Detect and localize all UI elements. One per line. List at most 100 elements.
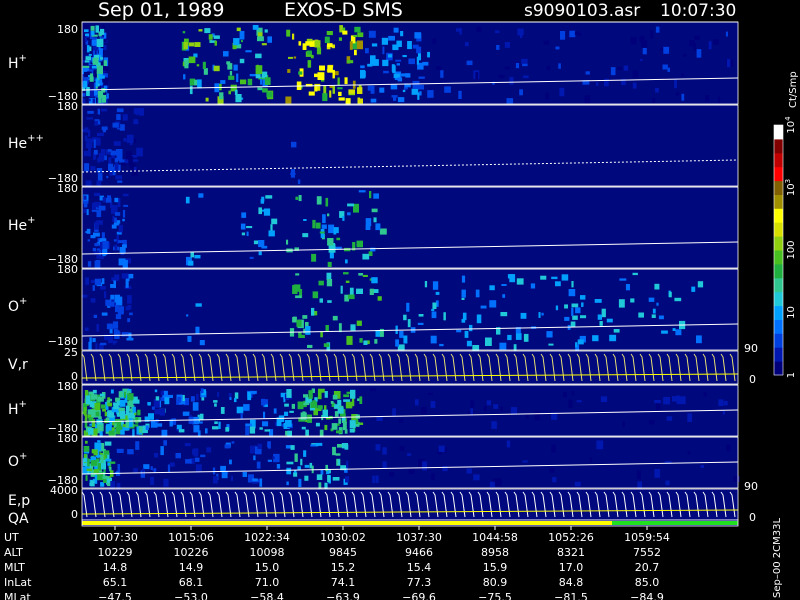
- count-cell: [365, 48, 369, 54]
- count-cell: [97, 173, 103, 182]
- colorbar-unit-label: Ct/Smp: [788, 71, 799, 108]
- count-cell: [99, 286, 106, 290]
- spectrogram-hepp: [81, 104, 739, 187]
- count-cell: [580, 295, 586, 300]
- count-cell: [648, 419, 655, 425]
- count-cell: [336, 430, 342, 434]
- count-cell: [200, 388, 204, 394]
- count-cell: [82, 65, 90, 68]
- count-cell: [294, 470, 297, 473]
- count-cell: [340, 413, 346, 417]
- count-cell: [100, 455, 104, 464]
- count-cell: [308, 390, 313, 399]
- count-cell: [229, 70, 233, 76]
- count-cell: [319, 231, 325, 234]
- count-cell: [630, 36, 637, 45]
- count-cell: [733, 475, 740, 482]
- count-cell: [92, 98, 95, 104]
- count-cell: [506, 98, 514, 104]
- count-cell: [167, 464, 171, 473]
- count-cell: [257, 87, 263, 91]
- count-cell: [630, 298, 635, 303]
- count-cell: [240, 79, 247, 85]
- count-cell: [302, 233, 309, 238]
- count-cell: [112, 215, 115, 222]
- count-cell: [126, 134, 134, 143]
- count-cell: [102, 476, 110, 479]
- count-cell: [286, 461, 294, 465]
- count-cell: [638, 312, 644, 318]
- count-cell: [708, 41, 712, 50]
- spectrogram-panels: [81, 21, 740, 527]
- count-cell: [160, 390, 164, 396]
- count-cell: [334, 404, 340, 409]
- count-cell: [500, 312, 508, 317]
- count-cell: [132, 406, 136, 413]
- count-cell: [322, 409, 328, 418]
- count-cell: [98, 416, 102, 419]
- count-cell: [93, 314, 98, 318]
- count-cell: [150, 466, 153, 470]
- count-cell: [89, 73, 94, 78]
- count-cell: [316, 474, 323, 480]
- count-cell: [123, 138, 127, 142]
- count-cell: [345, 259, 348, 264]
- count-cell: [96, 132, 104, 137]
- count-cell: [86, 45, 90, 53]
- orbit-cell: 10229: [98, 546, 133, 559]
- count-cell: [407, 453, 411, 456]
- count-cell: [667, 67, 670, 72]
- count-cell: [305, 326, 311, 335]
- count-cell: [185, 459, 192, 464]
- count-cell: [314, 86, 318, 92]
- count-cell: [97, 108, 100, 115]
- count-cell: [214, 40, 217, 46]
- count-cell: [113, 321, 119, 329]
- count-cell: [85, 33, 89, 36]
- count-cell: [336, 237, 341, 241]
- count-cell: [293, 56, 297, 59]
- count-cell: [435, 291, 440, 295]
- count-cell: [555, 305, 559, 311]
- count-cell: [469, 324, 473, 332]
- count-cell: [342, 216, 345, 221]
- orbit-cell: −47.5: [98, 591, 132, 600]
- count-cell: [154, 452, 159, 458]
- count-cell: [438, 445, 445, 452]
- count-cell: [114, 197, 119, 203]
- count-cell: [285, 445, 291, 449]
- count-cell: [349, 420, 356, 429]
- count-cell: [118, 391, 124, 398]
- count-cell: [329, 90, 332, 98]
- count-cell: [137, 409, 141, 416]
- spectrogram-op-background: [82, 269, 738, 350]
- count-cell: [100, 404, 106, 409]
- count-cell: [95, 25, 99, 33]
- count-cell: [325, 325, 329, 331]
- count-cell: [194, 42, 201, 47]
- colorbar-segment: [774, 152, 783, 168]
- count-cell: [188, 56, 196, 64]
- count-cell: [432, 302, 437, 309]
- count-cell: [85, 440, 88, 444]
- orbit-row-label: UT: [4, 531, 19, 544]
- colorbar-tick-label: 10: [786, 306, 797, 319]
- count-cell: [250, 390, 257, 394]
- count-cell: [381, 37, 388, 45]
- count-cell: [268, 230, 275, 237]
- count-cell: [654, 469, 661, 478]
- count-cell: [110, 481, 115, 490]
- count-cell: [120, 411, 126, 419]
- count-cell: [655, 88, 659, 93]
- orbit-cell: −84.9: [630, 591, 664, 600]
- count-cell: [83, 195, 87, 200]
- orbit-cell: 1059:54: [624, 531, 670, 544]
- count-cell: [125, 405, 130, 414]
- count-cell: [519, 89, 523, 96]
- count-cell: [332, 477, 340, 481]
- count-cell: [87, 147, 91, 157]
- count-cell: [402, 55, 407, 58]
- count-cell: [356, 288, 363, 294]
- count-cell: [92, 285, 95, 291]
- count-cell: [311, 307, 315, 316]
